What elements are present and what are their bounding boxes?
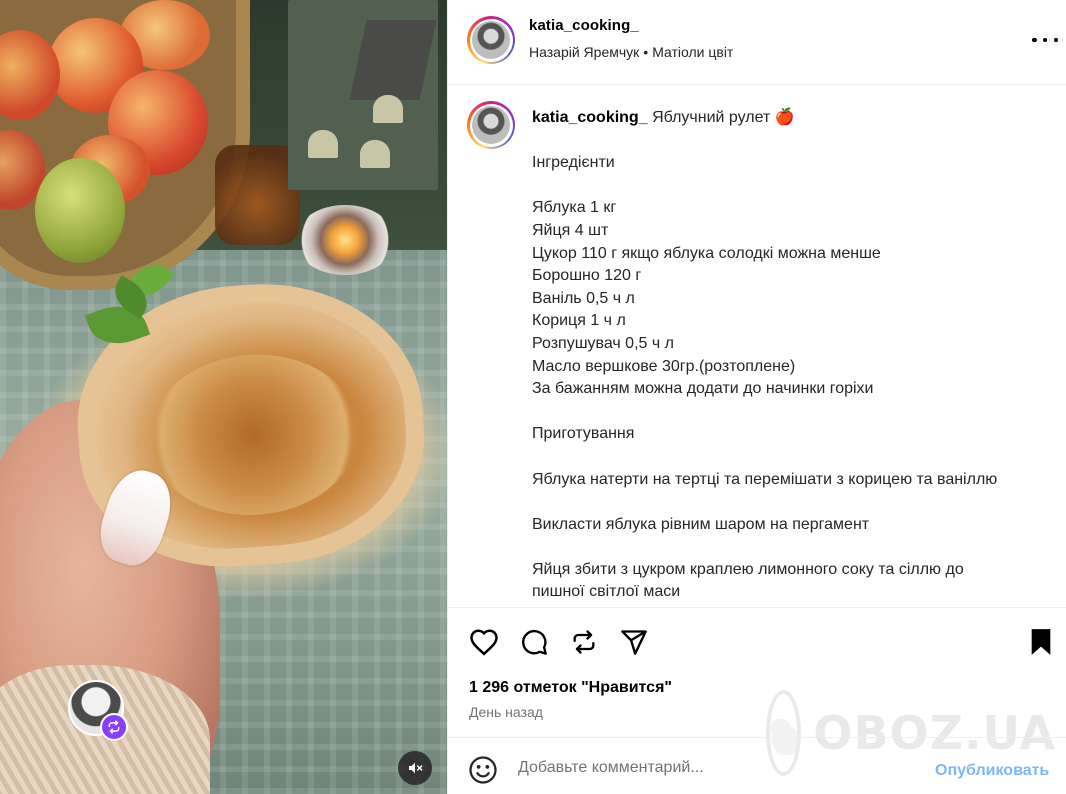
post-timestamp[interactable]: День назад	[469, 704, 543, 720]
bookmark-icon[interactable]	[1025, 626, 1057, 658]
caption-author-avatar[interactable]	[467, 101, 515, 149]
muted-speaker-icon[interactable]	[398, 751, 432, 785]
caption-line: Борошно 120 г	[532, 267, 642, 285]
post-caption: katia_cooking_ Яблучний рулет 🍎 Інгредіє…	[532, 107, 1047, 604]
caption-line	[532, 446, 1047, 469]
caption-username[interactable]: katia_cooking_	[532, 109, 648, 126]
post-audio-info: Назарій Яремчук • Матіоли цвіт	[529, 44, 733, 60]
caption-line: пишної світлої маси	[532, 583, 681, 601]
caption-line: Яйця збити з цукром краплею лимонного со…	[532, 560, 964, 578]
caption-line: Яйця 4 шт	[532, 221, 609, 239]
author-username[interactable]: katia_cooking_	[529, 17, 639, 34]
send-icon[interactable]	[618, 626, 650, 658]
caption-line: Ваніль 0,5 ч л	[532, 289, 635, 307]
green-apple	[35, 158, 125, 263]
audio-track-link[interactable]: Матіоли цвіт	[652, 44, 733, 60]
caption-line: Кориця 1 ч л	[532, 312, 626, 330]
comment-icon[interactable]	[518, 626, 550, 658]
candle	[295, 205, 395, 275]
caption-line: Масло вершкове 30гр.(розтоплене)	[532, 357, 796, 375]
caption-line	[532, 536, 1047, 559]
caption-line: Яблука натерти на тертці та перемішати з…	[532, 470, 998, 488]
post-media[interactable]	[0, 0, 447, 794]
comment-input[interactable]	[518, 753, 918, 783]
author-avatar[interactable]	[467, 16, 515, 64]
separator-dot: •	[643, 44, 649, 60]
caption-line	[532, 130, 1047, 153]
caption-line	[532, 491, 1047, 514]
caption-line: Розпушувач 0,5 ч л	[532, 334, 674, 352]
more-icon[interactable]	[1032, 30, 1058, 50]
ceramic-house	[288, 0, 438, 190]
like-count[interactable]: 1 296 отметок "Нравится"	[469, 679, 672, 697]
caption-line: Цукор 110 г якщо яблука солодкі можна ме…	[532, 244, 881, 262]
publish-comment-button[interactable]: Опубликовать	[935, 762, 1049, 780]
caption-line: Приготування	[532, 425, 635, 443]
repost-icon[interactable]	[568, 626, 600, 658]
emoji-icon[interactable]	[468, 755, 498, 785]
caption-line: Викласти яблука рівним шаром на пергамен…	[532, 515, 870, 533]
caption-line: За бажанням можна додати до начинки горі…	[532, 380, 874, 398]
caption-title: Яблучний рулет 🍎	[652, 109, 795, 126]
caption-line: Яблука 1 кг	[532, 199, 617, 217]
post-side-panel: katia_cooking_ Назарій Яремчук • Матіоли ц…	[447, 0, 1066, 794]
comment-bar: Опубликовать	[448, 737, 1066, 794]
caption-body: Інгредієнти Яблука 1 кг Яйця 4 шт Цукор 110…	[532, 130, 1047, 604]
mint-leaves	[84, 255, 175, 355]
audio-artist-link[interactable]: Назарій Яремчук	[529, 44, 639, 60]
caption-scroll-area[interactable]: katia_cooking_ Яблучний рулет 🍎 Інгредіє…	[448, 86, 1066, 607]
heart-icon[interactable]	[468, 626, 500, 658]
caption-line: Інгредієнти	[532, 154, 615, 172]
caption-line	[532, 401, 1047, 424]
post-header: katia_cooking_ Назарій Яремчук • Матіоли ц…	[448, 0, 1066, 85]
repost-badge-icon	[100, 713, 128, 741]
action-bar: OBOZ.UA 1 296 отметок "Нравится" День на…	[448, 607, 1066, 776]
caption-line	[532, 175, 1047, 198]
